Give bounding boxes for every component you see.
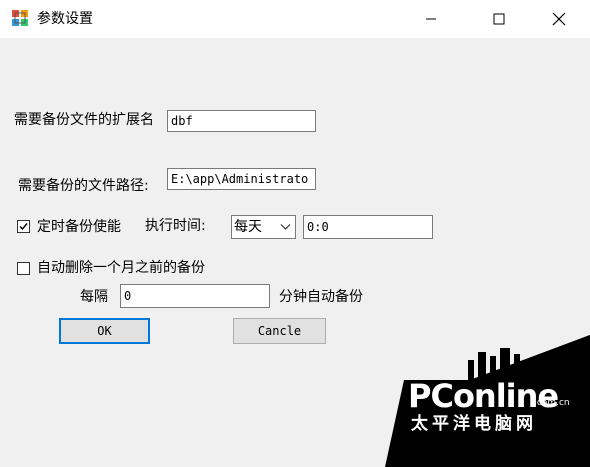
maximize-icon — [493, 13, 505, 25]
watermark-domain: .com.cn — [534, 398, 570, 408]
auto-delete-checkbox[interactable] — [17, 262, 30, 275]
interval-prefix-label: 每隔 — [80, 289, 108, 305]
window-title: 参数设置 — [37, 11, 93, 27]
extension-label: 需要备份文件的扩展名 — [14, 112, 154, 128]
cancel-button[interactable]: Cancle — [233, 318, 326, 344]
path-label: 需要备份的文件路径: — [18, 178, 149, 194]
interval-input[interactable]: 0 — [120, 284, 270, 308]
path-input[interactable]: E:\app\Administrato — [167, 168, 316, 190]
chevron-down-icon — [280, 224, 291, 230]
ok-button[interactable]: OK — [59, 318, 150, 344]
auto-delete-label: 自动删除一个月之前的备份 — [37, 260, 205, 276]
interval-suffix-label: 分钟自动备份 — [279, 289, 363, 305]
timed-backup-label: 定时备份使能 — [37, 219, 121, 235]
title-bar[interactable]: 参数设置 — [0, 0, 590, 38]
watermark-chinese-name: 太平洋电脑网 — [411, 414, 537, 434]
maximize-button[interactable] — [476, 0, 522, 38]
app-icon — [12, 10, 28, 26]
frequency-select[interactable]: 每天 — [231, 215, 296, 239]
exec-time-label: 执行时间: — [145, 218, 206, 234]
timed-backup-checkbox[interactable] — [17, 220, 30, 233]
minimize-icon — [426, 18, 436, 20]
settings-dialog: 参数设置 需要备份文件的扩展名 dbf 需要备份的文件路径: E:\app\Ad… — [0, 0, 590, 467]
extension-input[interactable]: dbf — [167, 110, 316, 132]
time-input[interactable]: 0:0 — [303, 215, 433, 239]
close-icon — [552, 12, 566, 26]
frequency-selected: 每天 — [234, 219, 262, 235]
close-button[interactable] — [536, 0, 582, 38]
checkmark-icon — [19, 223, 28, 231]
minimize-button[interactable] — [408, 0, 454, 38]
